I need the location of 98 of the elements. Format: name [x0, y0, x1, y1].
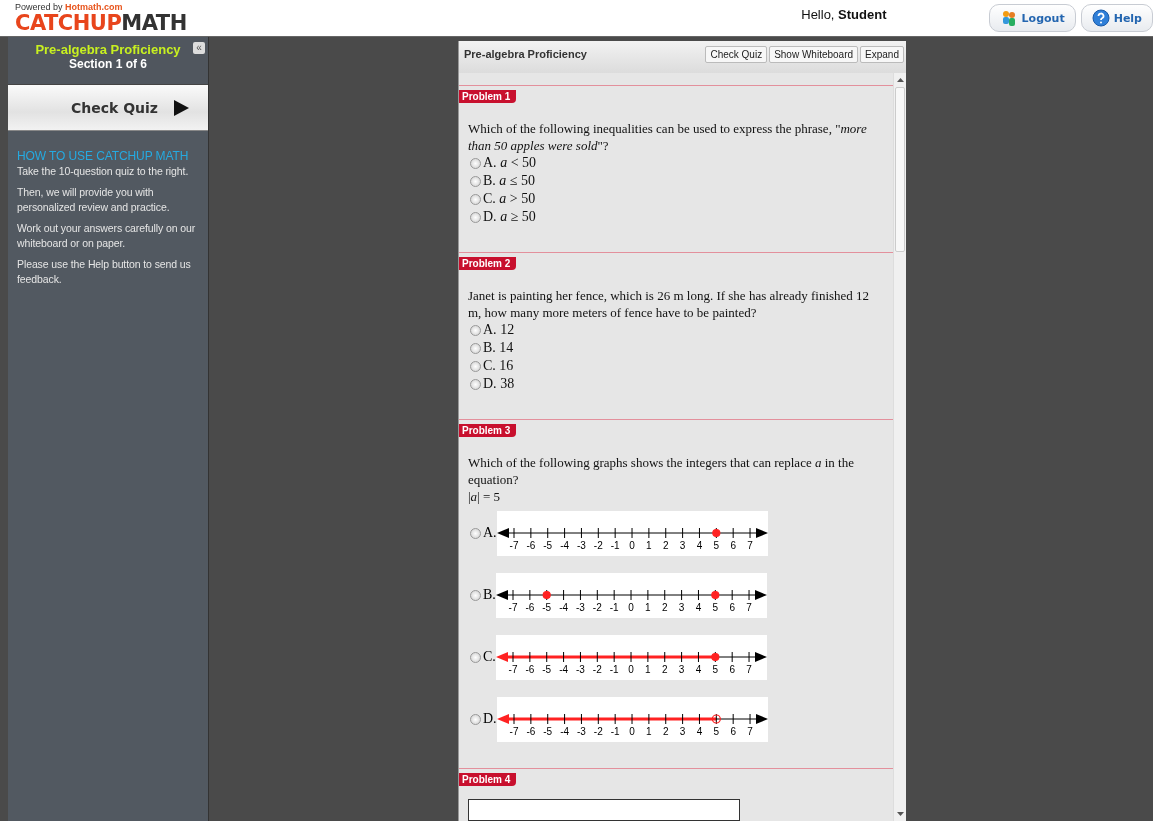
number-tick: -5 [542, 651, 551, 675]
number-tick: -3 [575, 589, 585, 613]
number-tick: 7 [746, 527, 753, 551]
number-tick: 0 [628, 589, 634, 613]
logo: CATCHUPMATH [15, 11, 187, 34]
number-tick: -2 [592, 651, 602, 675]
number-tick: -1 [610, 713, 620, 737]
option-label: A. [483, 525, 497, 541]
option-label: A. 12 [483, 321, 515, 339]
option-label: C. [483, 649, 496, 665]
number-tick: 1 [645, 527, 652, 551]
option-label: D. 38 [483, 375, 515, 393]
check-quiz-button[interactable]: Check Quiz [8, 85, 208, 131]
number-tick: -5 [542, 713, 552, 737]
number-tick: 2 [662, 713, 669, 737]
number-tick: 4 [696, 527, 702, 551]
plotted-tick: 5 [711, 527, 721, 551]
toolbar-button[interactable]: Expand [860, 46, 904, 63]
number-tick: -3 [576, 713, 586, 737]
option-label: B. a ≤ 50 [483, 172, 536, 190]
logout-button[interactable]: Logout [988, 4, 1076, 32]
number-tick: 7 [746, 651, 752, 675]
number-tick: -7 [509, 527, 519, 551]
equation: |a| = 5 [467, 488, 502, 505]
number-tick: -4 [558, 651, 568, 675]
number-tick: 4 [695, 589, 702, 613]
option-label: B. 14 [483, 339, 514, 357]
number-tick: -6 [526, 527, 535, 551]
quiz-title: Pre-algebra Proficiency [35, 42, 181, 57]
greeting: Hello, Student [801, 7, 888, 22]
number-tick: 6 [730, 713, 736, 737]
number-tick: -1 [609, 589, 619, 613]
toolbar-button[interactable]: Show Whiteboard [769, 46, 859, 63]
help-paragraph: Work out your answers carefully on our whiteboard or on paper. [17, 221, 197, 251]
question-text: Which of the following graphs shows the integers that can replace a in the equation? [467, 454, 855, 488]
problem-tag: Problem 4 [459, 773, 517, 786]
number-tick: 1 [645, 713, 652, 737]
option-label: A. a < 50 [483, 154, 537, 172]
option-label: C. a > 50 [483, 190, 536, 208]
number-tick: -2 [592, 589, 602, 613]
toolbar-button[interactable]: Check Quiz [705, 46, 768, 63]
number-tick: -1 [610, 527, 620, 551]
number-tick: -6 [525, 651, 535, 675]
number-tick: 6 [729, 589, 735, 613]
problem-tag: Problem 2 [459, 257, 517, 270]
number-tick: 2 [661, 589, 668, 613]
number-tick: -2 [593, 713, 603, 737]
option-label: B. [483, 587, 496, 603]
powered-by-text: Powered by Hotmath.com [15, 2, 124, 12]
plotted-tick: -5 [542, 589, 551, 613]
number-tick: -6 [526, 713, 535, 737]
number-tick: -6 [525, 589, 535, 613]
option-label: D. [483, 711, 497, 727]
number-tick: -1 [609, 651, 619, 675]
section-label: Section 1 of 6 [68, 57, 148, 71]
number-tick: 3 [679, 713, 685, 737]
number-tick: 1 [644, 651, 651, 675]
number-tick: -3 [576, 527, 586, 551]
help-paragraph: Then, we will provide you with personalized review and practice. [17, 185, 171, 215]
number-tick: 3 [678, 589, 685, 613]
plotted-tick: 5 [711, 713, 721, 737]
panel-title: Pre-algebra Proficiency [464, 48, 587, 60]
number-tick: -4 [559, 713, 569, 737]
number-tick: 0 [628, 527, 635, 551]
help-button[interactable]: Help [1080, 4, 1153, 32]
help-paragraph: Please use the Help button to send us feedback. [17, 257, 192, 287]
plotted-tick: 5 [711, 589, 720, 613]
question-text: Janet is painting her fence, which is 26 m long. If she has already finished 12 m, how many more meters of fence have to be painted? [467, 287, 871, 321]
option-label: D. a ≥ 50 [483, 208, 536, 226]
plotted-tick: 5 [711, 651, 720, 675]
option-label: C. 16 [483, 357, 514, 375]
number-tick: -4 [558, 589, 568, 613]
help-paragraph: Take the 10-question quiz to the right. [17, 164, 190, 179]
collapse-button[interactable]: « [193, 42, 205, 54]
number-tick: 4 [696, 713, 702, 737]
number-tick: -7 [508, 589, 518, 613]
number-tick: 2 [662, 527, 669, 551]
number-tick: 4 [695, 651, 702, 675]
number-tick: 0 [628, 713, 635, 737]
number-tick: 3 [678, 651, 685, 675]
problem-tag: Problem 1 [459, 90, 517, 103]
number-tick: 7 [746, 589, 752, 613]
number-tick: -7 [509, 713, 519, 737]
number-tick: 7 [746, 713, 753, 737]
problem-tag: Problem 3 [459, 424, 517, 437]
number-tick: 1 [644, 589, 651, 613]
number-tick: -3 [575, 651, 585, 675]
number-tick: -4 [559, 527, 569, 551]
help-heading: HOW TO USE CATCHUP MATH [17, 149, 190, 164]
number-tick: 3 [679, 527, 685, 551]
number-tick: 0 [628, 651, 634, 675]
number-tick: -5 [542, 527, 552, 551]
number-tick: 6 [730, 527, 736, 551]
number-tick: 2 [661, 651, 668, 675]
question-text: Which of the following inequalities can be used to express the phrase, "more than 50 apples were sold"? [467, 120, 868, 154]
number-tick: -2 [593, 527, 603, 551]
number-tick: 6 [729, 651, 735, 675]
number-tick: -7 [508, 651, 518, 675]
